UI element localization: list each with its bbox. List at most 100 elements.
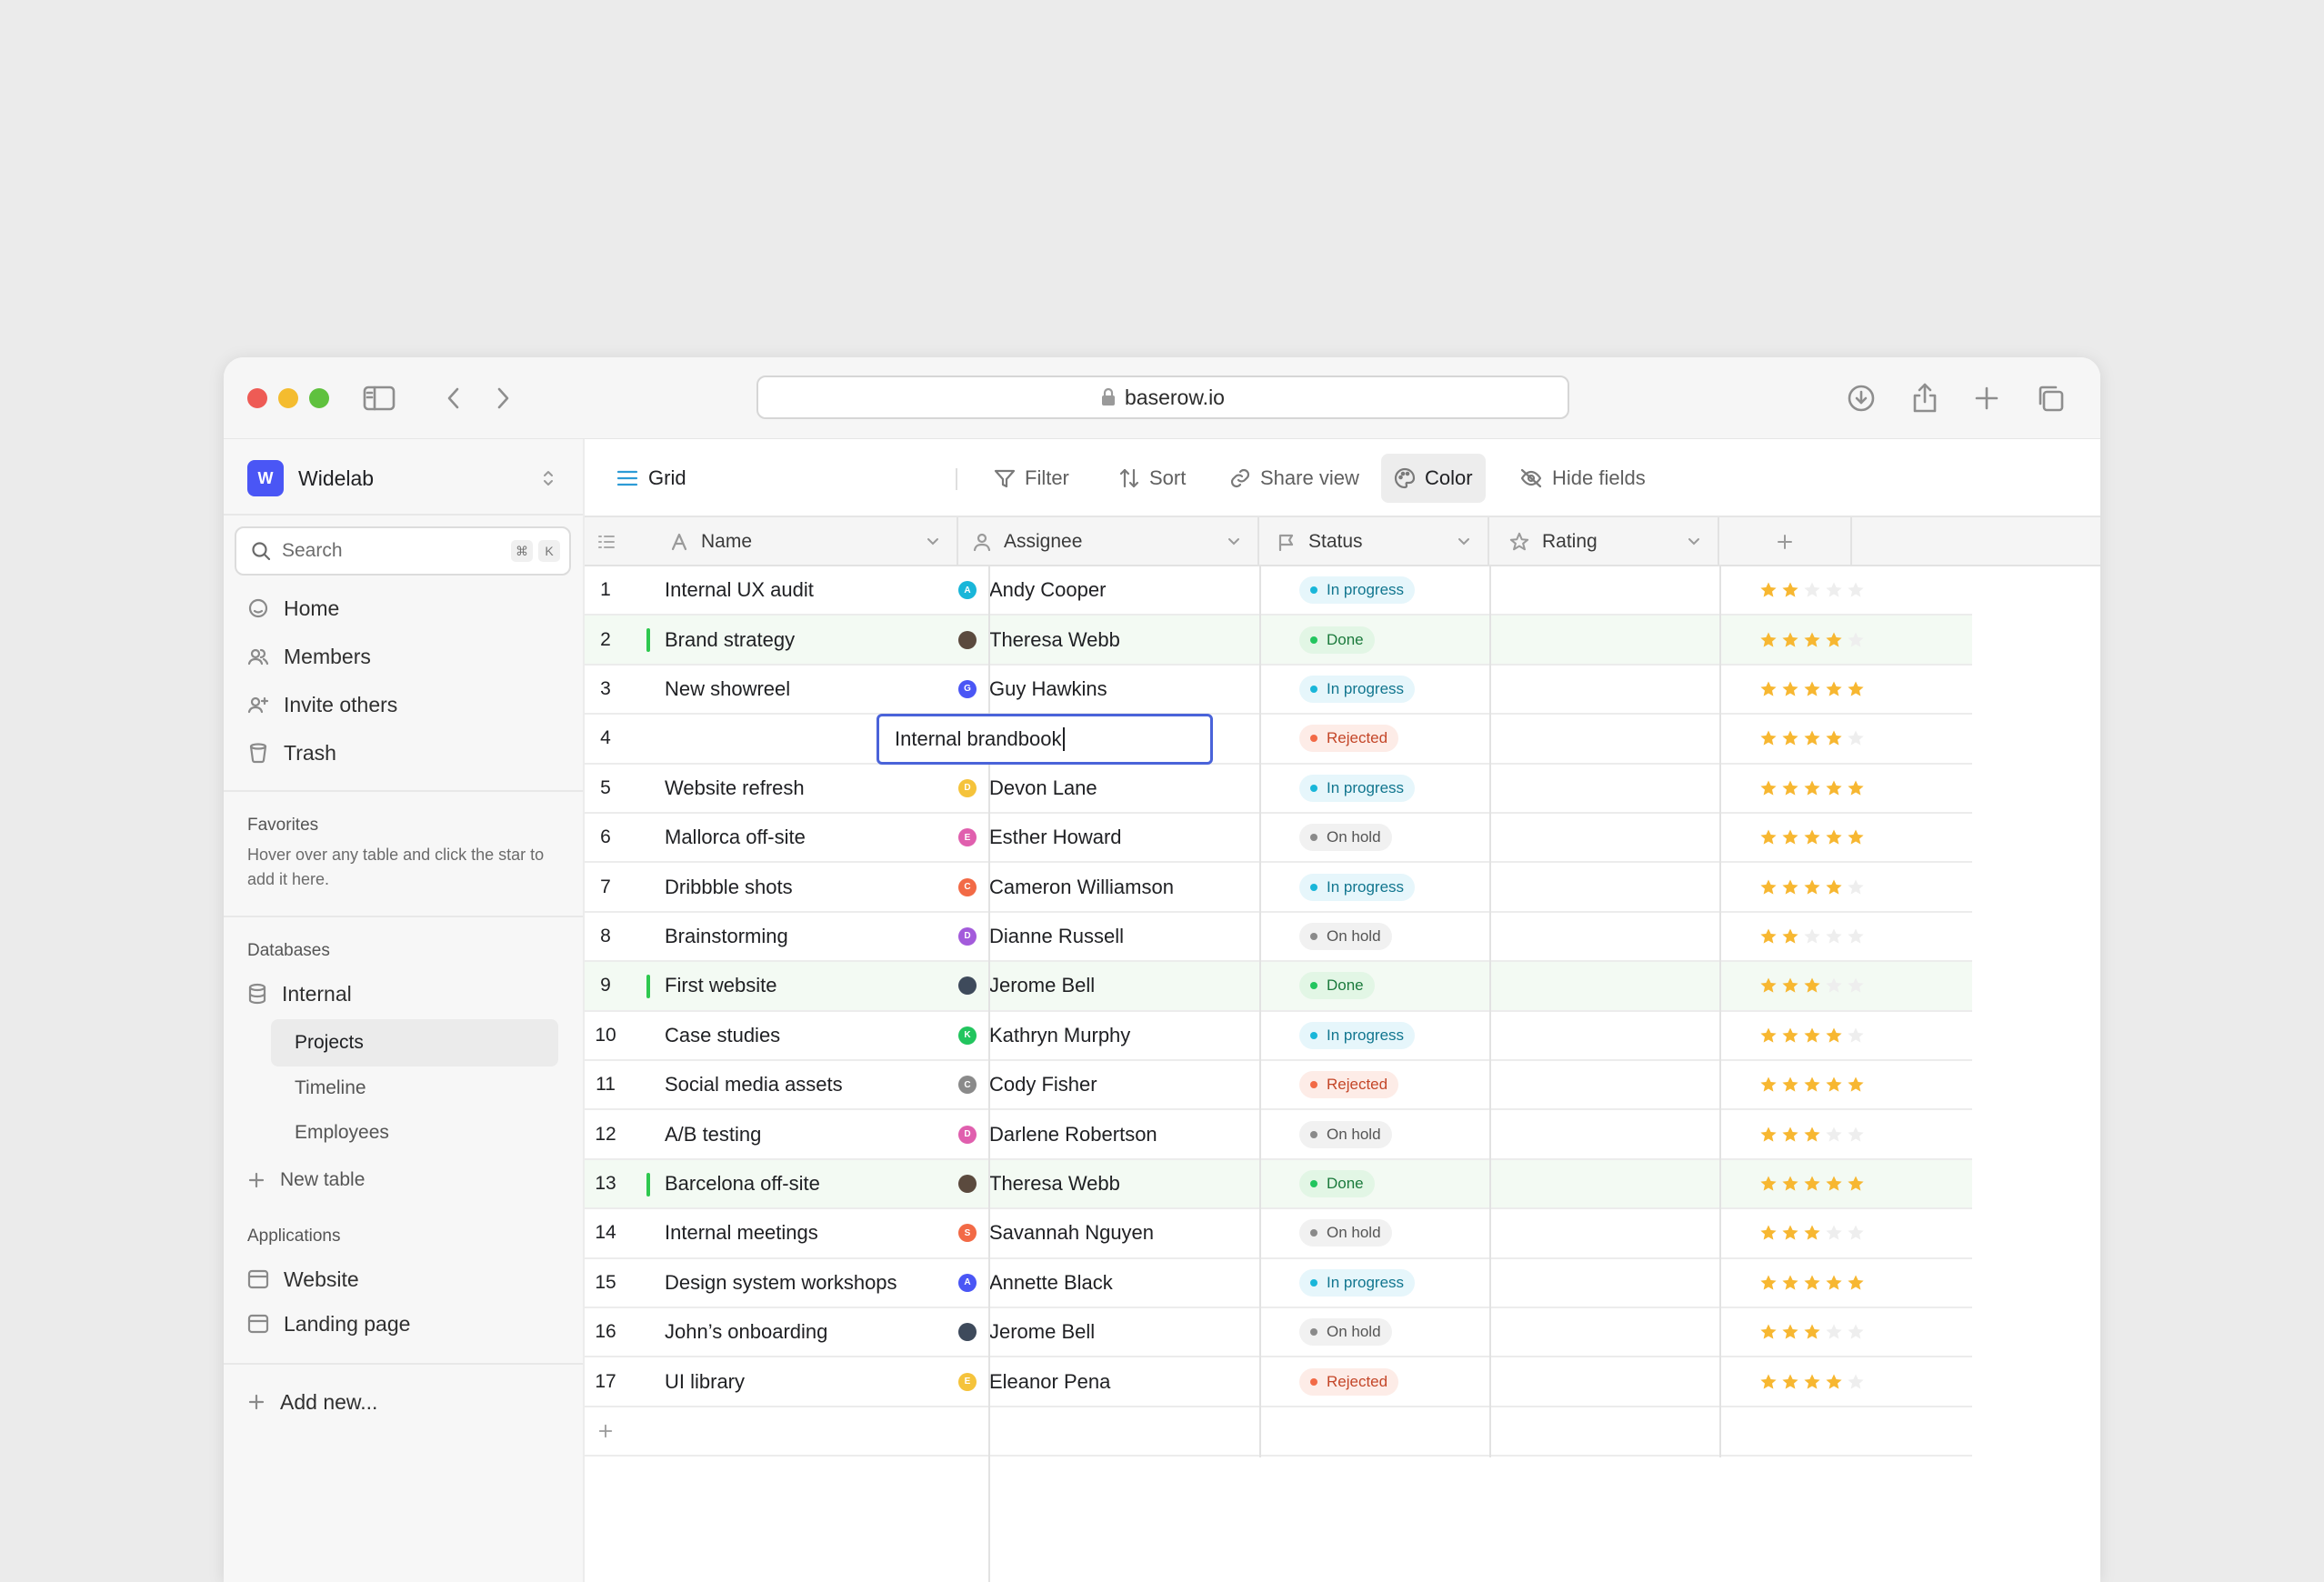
cell-rating[interactable] bbox=[1759, 566, 1865, 614]
cell-assignee[interactable]: E Eleanor Pena bbox=[958, 1357, 1110, 1405]
sidebar-toggle-icon[interactable] bbox=[360, 379, 398, 417]
cell-assignee[interactable]: G Guy Hawkins bbox=[958, 666, 1107, 713]
cell-assignee[interactable]: D Dianne Russell bbox=[958, 913, 1124, 960]
chevron-down-icon[interactable] bbox=[1457, 535, 1471, 549]
star-empty-icon[interactable] bbox=[1847, 631, 1865, 649]
cell-name[interactable]: Social media assets bbox=[665, 1061, 843, 1108]
cell-assignee[interactable]: C Cameron Williamson bbox=[958, 863, 1174, 910]
star-filled-icon[interactable] bbox=[1759, 1126, 1778, 1144]
nav-home[interactable]: Home bbox=[247, 588, 339, 628]
star-empty-icon[interactable] bbox=[1847, 976, 1865, 995]
table-row[interactable]: 16 John’s onboarding Jerome Bell On hold bbox=[585, 1308, 1972, 1358]
star-filled-icon[interactable] bbox=[1759, 581, 1778, 599]
cell-rating[interactable] bbox=[1759, 1259, 1865, 1307]
star-filled-icon[interactable] bbox=[1825, 828, 1843, 846]
grid-view-button[interactable]: Grid bbox=[603, 454, 699, 503]
cell-status[interactable]: In progress bbox=[1299, 863, 1416, 910]
star-empty-icon[interactable] bbox=[1847, 927, 1865, 946]
star-filled-icon[interactable] bbox=[1803, 976, 1821, 995]
star-empty-icon[interactable] bbox=[1847, 729, 1865, 747]
star-filled-icon[interactable] bbox=[1781, 828, 1799, 846]
star-empty-icon[interactable] bbox=[1803, 927, 1821, 946]
cell-rating[interactable] bbox=[1759, 1160, 1865, 1207]
cell-name[interactable]: Brainstorming bbox=[665, 913, 788, 960]
cell-status[interactable]: Done bbox=[1299, 962, 1375, 1009]
star-empty-icon[interactable] bbox=[1825, 581, 1843, 599]
star-filled-icon[interactable] bbox=[1847, 1175, 1865, 1193]
star-empty-icon[interactable] bbox=[1825, 1126, 1843, 1144]
cell-name[interactable]: Internal meetings bbox=[665, 1209, 818, 1257]
star-filled-icon[interactable] bbox=[1781, 1126, 1799, 1144]
star-filled-icon[interactable] bbox=[1803, 1076, 1821, 1094]
star-filled-icon[interactable] bbox=[1759, 976, 1778, 995]
star-filled-icon[interactable] bbox=[1781, 1175, 1799, 1193]
new-tab-icon[interactable] bbox=[1968, 379, 2006, 417]
cell-name[interactable]: Dribbble shots bbox=[665, 863, 793, 910]
cell-status[interactable]: Rejected bbox=[1299, 1357, 1399, 1405]
cell-name[interactable]: First website bbox=[665, 962, 776, 1009]
star-filled-icon[interactable] bbox=[1825, 1076, 1843, 1094]
sort-button[interactable]: Sort bbox=[1106, 454, 1198, 503]
star-filled-icon[interactable] bbox=[1825, 631, 1843, 649]
star-filled-icon[interactable] bbox=[1803, 1373, 1821, 1391]
star-filled-icon[interactable] bbox=[1759, 828, 1778, 846]
star-empty-icon[interactable] bbox=[1847, 581, 1865, 599]
star-filled-icon[interactable] bbox=[1759, 1026, 1778, 1045]
table-row[interactable]: 15 Design system workshops A Annette Black I… bbox=[585, 1259, 1972, 1308]
address-bar[interactable]: baserow.io bbox=[756, 375, 1569, 419]
cell-rating[interactable] bbox=[1759, 715, 1865, 762]
table-row[interactable]: 1 Internal UX audit A Andy Cooper In progres… bbox=[585, 566, 1972, 616]
star-empty-icon[interactable] bbox=[1847, 1323, 1865, 1341]
chevron-down-icon[interactable] bbox=[1687, 535, 1701, 549]
cell-name[interactable]: UI library bbox=[665, 1357, 745, 1405]
table-row[interactable]: 17 UI library E Eleanor Pena Rejected bbox=[585, 1357, 1972, 1407]
star-empty-icon[interactable] bbox=[1847, 878, 1865, 896]
cell-status[interactable]: In progress bbox=[1299, 666, 1416, 713]
star-filled-icon[interactable] bbox=[1803, 878, 1821, 896]
table-row[interactable]: 7 Dribbble shots C Cameron Williamson In pro… bbox=[585, 863, 1972, 913]
tabs-overview-icon[interactable] bbox=[2031, 379, 2069, 417]
cell-assignee[interactable]: D Devon Lane bbox=[958, 765, 1097, 812]
cell-name[interactable]: New showreel bbox=[665, 666, 790, 713]
star-filled-icon[interactable] bbox=[1759, 729, 1778, 747]
cell-assignee[interactable]: Theresa Webb bbox=[958, 1160, 1120, 1207]
star-filled-icon[interactable] bbox=[1759, 779, 1778, 797]
cell-status[interactable]: Rejected bbox=[1299, 715, 1399, 762]
star-filled-icon[interactable] bbox=[1781, 1076, 1799, 1094]
star-filled-icon[interactable] bbox=[1803, 631, 1821, 649]
cell-assignee[interactable]: C Cody Fisher bbox=[958, 1061, 1097, 1108]
cell-status[interactable]: On hold bbox=[1299, 814, 1392, 861]
search-input[interactable]: Search ⌘ K bbox=[235, 526, 571, 576]
cell-rating[interactable] bbox=[1759, 913, 1865, 960]
star-filled-icon[interactable] bbox=[1759, 878, 1778, 896]
star-filled-icon[interactable] bbox=[1847, 1076, 1865, 1094]
database-internal[interactable]: Internal bbox=[247, 974, 352, 1014]
cell-rating[interactable] bbox=[1759, 863, 1865, 910]
star-filled-icon[interactable] bbox=[1825, 779, 1843, 797]
cell-name[interactable]: Barcelona off-site bbox=[665, 1160, 820, 1207]
cell-status[interactable]: On hold bbox=[1299, 1308, 1392, 1356]
cell-status[interactable]: In progress bbox=[1299, 566, 1416, 614]
star-filled-icon[interactable] bbox=[1803, 1323, 1821, 1341]
table-row[interactable]: 2 Brand strategy Theresa Webb Done bbox=[585, 616, 1972, 666]
share-icon[interactable] bbox=[1906, 379, 1944, 417]
table-timeline[interactable]: Timeline bbox=[271, 1065, 558, 1112]
table-row[interactable]: 9 First website Jerome Bell Done bbox=[585, 962, 1972, 1012]
cell-name[interactable]: John’s onboarding bbox=[665, 1308, 827, 1356]
star-filled-icon[interactable] bbox=[1759, 1076, 1778, 1094]
cell-name[interactable]: Design system workshops bbox=[665, 1259, 897, 1307]
star-filled-icon[interactable] bbox=[1803, 828, 1821, 846]
cell-name[interactable]: A/B testing bbox=[665, 1110, 761, 1157]
cell-rating[interactable] bbox=[1759, 1012, 1865, 1059]
star-filled-icon[interactable] bbox=[1781, 581, 1799, 599]
star-empty-icon[interactable] bbox=[1847, 1026, 1865, 1045]
application-website[interactable]: Website bbox=[247, 1259, 359, 1299]
cell-assignee[interactable]: K Kathryn Murphy bbox=[958, 1012, 1130, 1059]
star-filled-icon[interactable] bbox=[1825, 1274, 1843, 1292]
cell-rating[interactable] bbox=[1759, 814, 1865, 861]
cell-status[interactable]: Done bbox=[1299, 616, 1375, 663]
star-filled-icon[interactable] bbox=[1781, 1274, 1799, 1292]
star-filled-icon[interactable] bbox=[1781, 1026, 1799, 1045]
star-filled-icon[interactable] bbox=[1825, 1175, 1843, 1193]
star-empty-icon[interactable] bbox=[1825, 1224, 1843, 1242]
